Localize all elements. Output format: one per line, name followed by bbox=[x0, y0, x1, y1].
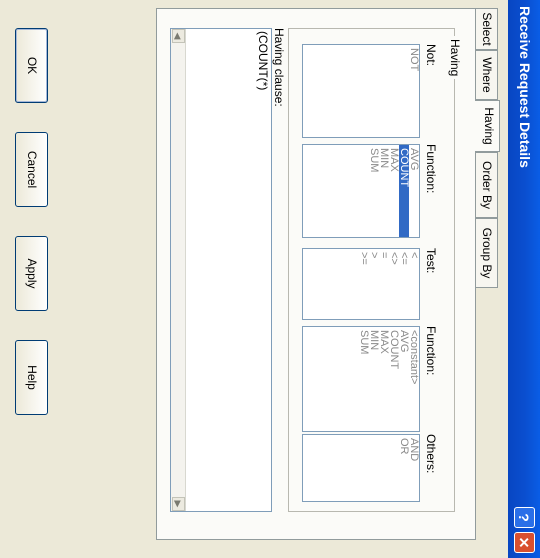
others-label: Others: bbox=[424, 434, 438, 474]
ok-button[interactable]: OK bbox=[15, 28, 48, 103]
list-item[interactable]: NOT bbox=[408, 45, 420, 137]
scroll-right-icon[interactable]: ▶ bbox=[172, 497, 185, 511]
scroll-left-icon[interactable]: ◀ bbox=[172, 29, 185, 43]
list-item[interactable]: <constant> bbox=[408, 327, 420, 431]
function-2-label: Function: bbox=[424, 326, 438, 376]
tab-group-by[interactable]: Group By bbox=[476, 218, 498, 288]
list-item[interactable]: MAX bbox=[378, 327, 390, 431]
list-item[interactable]: MAX bbox=[388, 145, 400, 237]
having-group-title: Having bbox=[448, 36, 462, 80]
receive-request-details-dialog: Receive Request Details ? ✕ Select Where… bbox=[0, 0, 540, 558]
window-title: Receive Request Details bbox=[517, 6, 533, 168]
tab-where[interactable]: Where bbox=[476, 50, 498, 100]
close-icon[interactable]: ✕ bbox=[514, 532, 535, 553]
list-item[interactable]: MIN bbox=[378, 145, 390, 237]
list-item[interactable]: > bbox=[368, 249, 380, 319]
cancel-button[interactable]: Cancel bbox=[15, 132, 48, 207]
list-item[interactable]: COUNT bbox=[388, 327, 400, 431]
list-item[interactable]: AVG bbox=[408, 145, 420, 237]
function-listbox[interactable]: AVG COUNT MAX MIN SUM bbox=[302, 144, 420, 238]
screen: Receive Request Details ? ✕ Select Where… bbox=[0, 0, 540, 558]
list-item[interactable]: <= bbox=[398, 249, 410, 319]
tab-having[interactable]: Having bbox=[475, 100, 500, 152]
not-label: Not: bbox=[424, 44, 438, 67]
list-item[interactable]: SUM bbox=[358, 327, 370, 431]
horizontal-scrollbar[interactable]: ◀ ▶ bbox=[171, 29, 186, 511]
having-clause-label: Having clause: bbox=[272, 28, 286, 107]
list-item[interactable]: MIN bbox=[368, 327, 380, 431]
list-item[interactable]: < bbox=[408, 249, 420, 319]
list-item[interactable]: SUM bbox=[368, 145, 380, 237]
having-clause-text: (COUNT(*) bbox=[256, 31, 270, 91]
function-label: Function: bbox=[424, 144, 438, 194]
test-listbox[interactable]: < <= <> = > >= bbox=[302, 248, 420, 320]
function-2-listbox[interactable]: <constant> AVG COUNT MAX MIN SUM bbox=[302, 326, 420, 432]
not-listbox[interactable]: NOT bbox=[302, 44, 420, 138]
others-listbox[interactable]: AND OR bbox=[302, 434, 420, 502]
list-item[interactable]: OR bbox=[398, 435, 410, 501]
apply-button[interactable]: Apply bbox=[15, 236, 48, 311]
test-label: Test: bbox=[424, 248, 438, 274]
tab-select[interactable]: Select bbox=[476, 8, 498, 50]
list-item[interactable]: <> bbox=[388, 249, 400, 319]
help-button[interactable]: Help bbox=[15, 340, 48, 415]
tab-order-by[interactable]: Order By bbox=[476, 152, 498, 218]
help-icon[interactable]: ? bbox=[514, 507, 535, 528]
list-item-selected[interactable]: COUNT bbox=[398, 145, 410, 237]
list-item[interactable]: >= bbox=[358, 249, 370, 319]
having-clause-textarea[interactable]: (COUNT(*) ◀ ▶ bbox=[170, 28, 272, 512]
title-bar[interactable]: Receive Request Details ? ✕ bbox=[508, 0, 540, 558]
list-item[interactable]: AND bbox=[408, 435, 420, 501]
